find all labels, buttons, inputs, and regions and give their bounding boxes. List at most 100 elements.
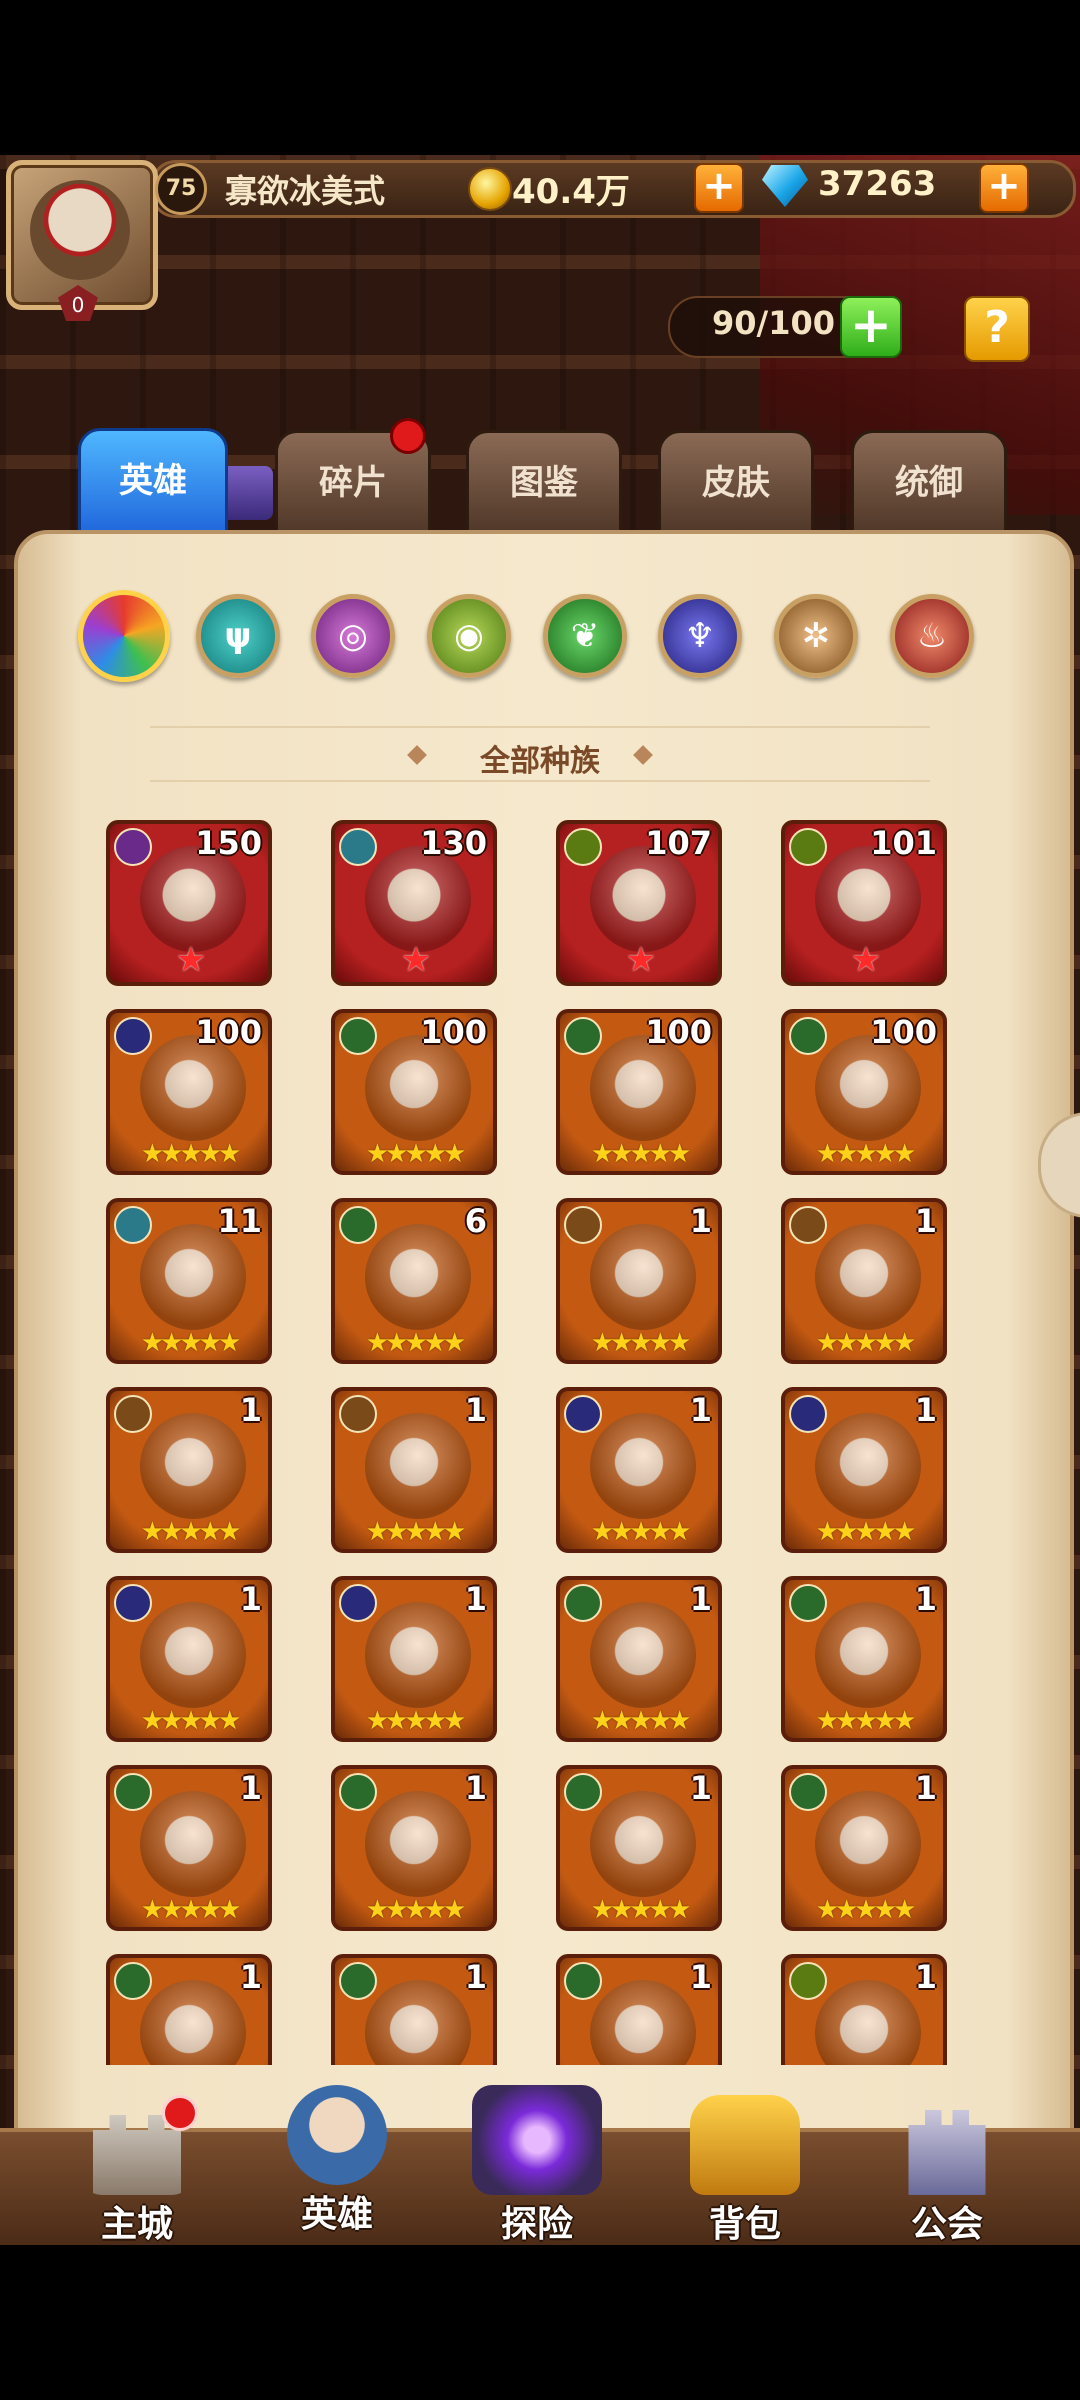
- hero-card[interactable]: 1★★★★★: [556, 1954, 722, 2065]
- hero-race-icon: [339, 1017, 377, 1055]
- hero-stars: ★★★★★: [590, 1517, 692, 1547]
- nav-guild[interactable]: 公会: [862, 2095, 1032, 2245]
- tab-codex[interactable]: 图鉴: [466, 430, 622, 540]
- hero-card[interactable]: 1★★★★★: [106, 1765, 272, 1931]
- hero-card[interactable]: 1★★★★★: [556, 1765, 722, 1931]
- nav-heroes[interactable]: 英雄: [252, 2085, 422, 2235]
- tab-heroes[interactable]: 英雄: [78, 428, 228, 546]
- hero-stars: ★★★★★: [365, 1139, 467, 1169]
- hero-level: 1: [689, 1769, 712, 1807]
- hero-level: 101: [870, 824, 937, 862]
- race-filter-7[interactable]: ♨: [890, 594, 974, 678]
- hero-card[interactable]: 1★★★★★: [106, 1387, 272, 1553]
- race-3-icon: ◉: [454, 616, 484, 656]
- hero-card[interactable]: 1★★★★★: [556, 1576, 722, 1742]
- tab-command[interactable]: 统御: [851, 430, 1007, 540]
- hero-level: 11: [217, 1202, 262, 1240]
- hero-portrait: [815, 1602, 921, 1708]
- hero-race-icon: [564, 1017, 602, 1055]
- hero-card[interactable]: 100 ★★★★★: [556, 1009, 722, 1175]
- hero-card[interactable]: 1★★★★★: [331, 1954, 497, 2065]
- hero-race-icon: [339, 1962, 377, 2000]
- race-filter-2[interactable]: ◎: [311, 594, 395, 678]
- hero-card[interactable]: 130 ★: [331, 820, 497, 986]
- hero-card[interactable]: 1★★★★★: [331, 1576, 497, 1742]
- hero-stars: ★: [400, 940, 431, 980]
- portal-icon: [472, 2085, 602, 2195]
- hero-card[interactable]: 1★★★★★: [556, 1198, 722, 1364]
- hero-stars: ★★★★★: [365, 1328, 467, 1358]
- hero-level: 1: [914, 1769, 937, 1807]
- race-filter-4[interactable]: ❦: [543, 594, 627, 678]
- hero-portrait: [590, 1980, 696, 2065]
- nav-label: 英雄: [300, 2194, 373, 2235]
- hero-race-icon: [339, 828, 377, 866]
- hero-level: 1: [464, 1769, 487, 1807]
- hero-stars: ★★★★★: [140, 1706, 242, 1736]
- hero-race-icon: [114, 1206, 152, 1244]
- all-races-filter[interactable]: [78, 590, 170, 682]
- race-7-icon: ♨: [916, 616, 948, 656]
- hero-card[interactable]: 150 ★: [106, 820, 272, 986]
- hero-level: 1: [914, 1202, 937, 1240]
- hero-card[interactable]: 100 ★★★★★: [106, 1009, 272, 1175]
- hero-race-icon: [789, 1584, 827, 1622]
- race-2-icon: ◎: [338, 616, 368, 656]
- hero-portrait: [815, 1791, 921, 1897]
- hero-stars: ★: [175, 940, 206, 980]
- help-button[interactable]: ?: [964, 296, 1030, 362]
- hero-card[interactable]: 100 ★★★★★: [331, 1009, 497, 1175]
- notification-dot: [162, 2095, 198, 2131]
- hero-card[interactable]: 1★★★★★: [781, 1387, 947, 1553]
- hero-level: 100: [195, 1013, 262, 1051]
- hero-stars: ★: [625, 940, 656, 980]
- player-name: 寡欲冰美式: [225, 172, 386, 210]
- hero-card[interactable]: 11 ★★★★★: [106, 1198, 272, 1364]
- hero-stars: ★★★★★: [140, 1517, 242, 1547]
- hero-level: 1: [464, 1580, 487, 1618]
- top-letterbox: [0, 0, 1080, 155]
- tab-skins[interactable]: 皮肤: [658, 430, 814, 540]
- hero-level: 100: [420, 1013, 487, 1051]
- race-4-icon: ❦: [570, 616, 600, 656]
- add-gems-button[interactable]: +: [979, 163, 1029, 213]
- backpack-icon: [690, 2095, 800, 2195]
- hero-card[interactable]: 1★★★★★: [781, 1198, 947, 1364]
- hero-card[interactable]: 1★★★★★: [781, 1954, 947, 2065]
- hero-portrait: [590, 1791, 696, 1897]
- add-gold-button[interactable]: +: [694, 163, 744, 213]
- hero-stars: ★★★★★: [590, 1139, 692, 1169]
- hero-card[interactable]: 1★★★★★: [106, 1576, 272, 1742]
- hero-card[interactable]: 1★★★★★: [331, 1765, 497, 1931]
- race-filter-6[interactable]: ✲: [774, 594, 858, 678]
- hero-race-icon: [339, 1584, 377, 1622]
- bottom-letterbox: [0, 2245, 1080, 2400]
- hero-level: 107: [645, 824, 712, 862]
- hero-card[interactable]: 6 ★★★★★: [331, 1198, 497, 1364]
- hero-race-icon: [564, 1395, 602, 1433]
- race-filter-5[interactable]: ♆: [658, 594, 742, 678]
- hero-stars: ★★★★★: [140, 1139, 242, 1169]
- race-filter-3[interactable]: ◉: [427, 594, 511, 678]
- hero-card[interactable]: 1★★★★★: [331, 1387, 497, 1553]
- hero-card[interactable]: 100 ★★★★★: [781, 1009, 947, 1175]
- hero-portrait: [590, 1224, 696, 1330]
- hero-race-icon: [789, 1206, 827, 1244]
- nav-explore[interactable]: 探险: [452, 2085, 622, 2245]
- hero-card[interactable]: 101 ★: [781, 820, 947, 986]
- hero-portrait: [365, 1602, 471, 1708]
- hero-card[interactable]: 107 ★: [556, 820, 722, 986]
- expand-capacity-button[interactable]: +: [840, 296, 902, 358]
- hero-card[interactable]: 1★★★★★: [781, 1765, 947, 1931]
- race-filter-1[interactable]: ψ: [196, 594, 280, 678]
- hero-level: 100: [645, 1013, 712, 1051]
- nav-backpack[interactable]: 背包: [660, 2095, 830, 2245]
- notification-dot: [390, 418, 426, 454]
- hero-portrait: [590, 1413, 696, 1519]
- hero-race-icon: [564, 1773, 602, 1811]
- hero-card[interactable]: 1★★★★★: [556, 1387, 722, 1553]
- hero-card[interactable]: 1★★★★★: [106, 1954, 272, 2065]
- gem-amount: 37263: [818, 164, 937, 204]
- hero-card[interactable]: 1★★★★★: [781, 1576, 947, 1742]
- hero-stars: ★★★★★: [815, 1139, 917, 1169]
